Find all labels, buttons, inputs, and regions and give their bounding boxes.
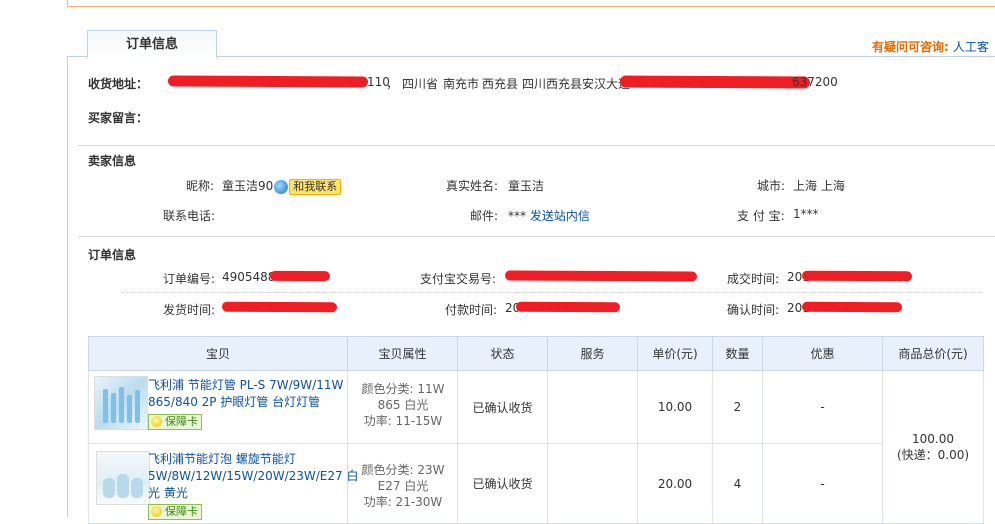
- confirm-time-label: 确认时间:: [727, 303, 780, 317]
- address-province: 四川省: [402, 77, 439, 91]
- product-thumbnail[interactable]: [94, 376, 148, 430]
- status-cell: 已确认收货: [457, 443, 548, 524]
- redaction-mark: [167, 75, 369, 88]
- column-header: 单价(元): [637, 336, 713, 371]
- product-title-line: 飞利浦 节能灯管 PL-S 7W/9W/11W: [148, 378, 344, 392]
- help-contact: 有疑问可咨询: 人工客: [872, 38, 989, 55]
- guarantee-badge[interactable]: 保障卡: [148, 414, 202, 430]
- wangwang-icon[interactable]: [274, 179, 289, 194]
- seller-alipay-value: 1***: [793, 207, 819, 221]
- product-attributes: 颜色分类: 23W E27 白光 功率: 21-30W: [348, 462, 458, 510]
- order-no-label: 订单编号:: [163, 272, 216, 286]
- qty-cell: 4: [712, 443, 763, 524]
- column-header: 状态: [457, 336, 548, 371]
- help-link[interactable]: 人工客: [953, 40, 989, 54]
- seller-realname: 童玉洁: [508, 179, 545, 193]
- product-title-line: 5W/8W/12W/15W/20W/23W/E27 白: [148, 469, 359, 483]
- attr-line: 865 白光: [377, 398, 429, 412]
- redaction-mark: [269, 270, 331, 282]
- qty-cell: 2: [712, 370, 763, 444]
- column-header: 服务: [547, 336, 638, 371]
- seller-email-value: ***: [508, 209, 526, 223]
- discount-cell: -: [762, 370, 883, 444]
- column-header: 商品总价(元): [882, 336, 984, 371]
- seller-realname-label: 真实姓名:: [446, 179, 499, 193]
- seller-email-label: 邮件:: [470, 209, 499, 223]
- redaction-mark: [515, 301, 621, 313]
- send-message-link[interactable]: 发送站内信: [530, 209, 590, 223]
- contact-seller-button[interactable]: 和我联系: [289, 178, 342, 195]
- column-header: 优惠: [762, 336, 883, 371]
- discount-cell: -: [762, 443, 883, 524]
- order-no-prefix: 4905488: [222, 270, 276, 284]
- column-header: 数量: [712, 336, 763, 371]
- seller-alipay-label: 支 付 宝:: [737, 209, 785, 223]
- service-cell: [547, 443, 638, 524]
- attr-line: 功率: 21-30W: [363, 495, 443, 509]
- shipping-fee: (快递：0.00): [896, 447, 970, 462]
- message-label: 买家留言：: [88, 111, 149, 125]
- product-thumbnail[interactable]: [96, 451, 150, 505]
- top-notice-frame: [67, 0, 995, 7]
- service-cell: [547, 370, 638, 444]
- table-header-row: 宝贝 宝贝属性 状态 服务 单价(元) 数量 优惠 商品总价(元): [88, 336, 984, 371]
- redaction-mark: [801, 270, 913, 282]
- product-title-line: 光 黄光: [148, 486, 188, 500]
- price-cell: 20.00: [637, 443, 713, 524]
- bulb-icon: [151, 506, 162, 517]
- bulb-icon: [151, 416, 162, 427]
- seller-section-title: 卖家信息: [88, 154, 137, 168]
- address-comma: ，: [386, 77, 399, 91]
- badge-label: 保障卡: [165, 415, 198, 428]
- seller-phone-label: 联系电话:: [163, 209, 216, 223]
- product-title-line: 飞利浦节能灯泡 螺旋节能灯: [148, 452, 296, 466]
- column-header: 宝贝: [88, 336, 348, 371]
- attr-line: 颜色分类: 11W: [361, 382, 445, 396]
- total-value: 100.00: [912, 431, 954, 446]
- total-cell: 100.00 (快递：0.00): [882, 370, 984, 524]
- address-street: 四川西充县安汉大道: [522, 77, 631, 91]
- price-cell: 10.00: [637, 370, 713, 444]
- ship-time-label: 发货时间:: [163, 303, 216, 317]
- product-title-link[interactable]: 飞利浦节能灯泡 螺旋节能灯 5W/8W/12W/15W/20W/23W/E27 …: [148, 451, 358, 502]
- column-header: 宝贝属性: [347, 336, 458, 371]
- tab-order-info[interactable]: 订单信息: [87, 30, 217, 59]
- attr-line: E27 白光: [377, 479, 429, 493]
- order-section-title: 订单信息: [88, 248, 137, 262]
- attr-line: 颜色分类: 23W: [361, 463, 445, 477]
- product-title-link[interactable]: 飞利浦 节能灯管 PL-S 7W/9W/11W 865/840 2P 护眼灯管 …: [148, 377, 343, 411]
- pay-time-label: 付款时间:: [445, 303, 498, 317]
- address-label: 收货地址：: [88, 77, 149, 91]
- divider: [78, 236, 995, 237]
- deal-time-label: 成交时间:: [727, 272, 780, 286]
- divider: [78, 145, 995, 146]
- redaction-mark: [504, 270, 698, 282]
- redaction-mark: [221, 301, 338, 313]
- product-title-line: 865/840 2P 护眼灯管 台灯灯管: [148, 395, 321, 409]
- seller-city: 上海 上海: [793, 179, 845, 193]
- help-question: 有疑问可咨询:: [872, 40, 949, 54]
- seller-nickname-label: 昵称:: [186, 179, 215, 193]
- attr-line: 功率: 11-15W: [363, 414, 443, 428]
- address-city: 南充市: [443, 77, 480, 91]
- product-attributes: 颜色分类: 11W 865 白光 功率: 11-15W: [348, 381, 458, 429]
- address-zip-suffix: 637200: [792, 75, 838, 89]
- alipay-trade-label: 支付宝交易号:: [420, 272, 497, 286]
- redaction-mark: [619, 75, 811, 89]
- seller-nickname-group: 童玉洁90 和我联系: [222, 177, 342, 195]
- guarantee-badge[interactable]: 保障卡: [148, 504, 202, 520]
- seller-email-group: *** 发送站内信: [508, 207, 590, 224]
- seller-city-label: 城市:: [757, 179, 786, 193]
- seller-nickname: 童玉洁90: [222, 179, 274, 193]
- status-cell: 已确认收货: [457, 370, 548, 444]
- badge-label: 保障卡: [165, 505, 198, 518]
- address-district: 西充县: [482, 77, 519, 91]
- dotted-divider: [122, 292, 982, 293]
- redaction-mark: [801, 301, 903, 313]
